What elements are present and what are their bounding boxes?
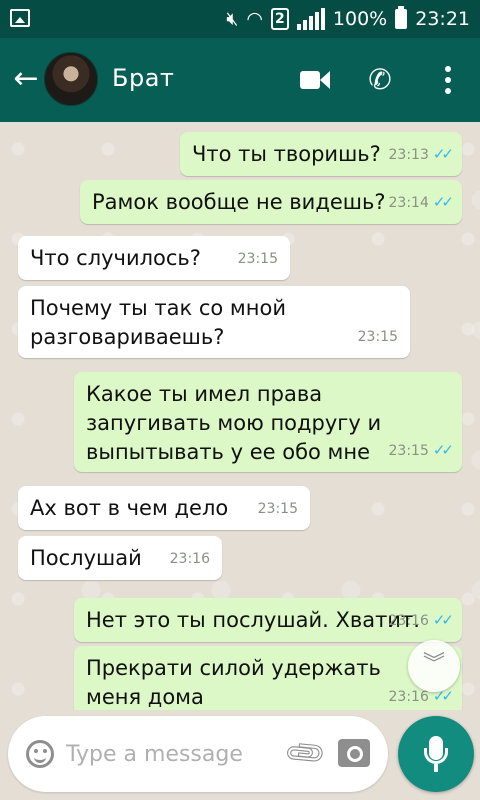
status-icons: 🔇︎ ◠ 2 100% 23:21 [226, 6, 470, 32]
message-time: 23:16 [388, 689, 429, 705]
message-bubble-outgoing[interactable]: Рамок вообще не видешь? 23:14 ✓✓ [80, 180, 462, 224]
message-time: 23:13 [388, 147, 429, 163]
message-time: 23:15 [237, 251, 278, 267]
more-vert-icon[interactable] [430, 62, 466, 98]
read-ticks-icon: ✓✓ [432, 193, 454, 211]
video-call-icon[interactable] [296, 62, 332, 98]
camera-icon[interactable] [338, 739, 370, 767]
signal-icon [296, 8, 325, 30]
battery-icon [395, 6, 408, 29]
clock: 23:21 [415, 8, 470, 30]
message-meta: 23:16 ✓✓ [388, 606, 455, 636]
message-bubble-incoming[interactable]: Послушай 23:16 [18, 536, 222, 580]
battery-percent: 100% [332, 8, 388, 30]
message-meta: 23:15 ✓✓ [388, 436, 455, 466]
message-time: 23:15 [388, 443, 429, 459]
message-bubble-outgoing[interactable]: Что ты творишь? 23:13 ✓✓ [180, 132, 462, 176]
message-bubble-outgoing[interactable]: Какое ты имел права запугивать мою подру… [74, 372, 462, 472]
message-bubble-incoming[interactable]: Что случилось? 23:15 [18, 236, 290, 280]
sim-slot-badge: 2 [270, 8, 289, 30]
scroll-to-bottom-icon[interactable]: ︾ [408, 640, 460, 692]
read-ticks-icon: ✓✓ [432, 611, 454, 629]
message-text: Прекрати силой удержать меня дома [86, 656, 381, 709]
wifi-icon: ◠ [246, 8, 263, 30]
read-ticks-icon: ✓✓ [432, 145, 454, 163]
message-list[interactable]: Что ты творишь? 23:13 ✓✓ Рамок вообще не … [0, 122, 480, 710]
attach-icon[interactable]: 📎︎ [280, 729, 329, 778]
message-bubble-outgoing[interactable]: Нет это ты послушай. Хватит. 23:16 ✓✓ [74, 598, 462, 642]
message-composer: 📎︎ [8, 716, 388, 792]
mic-button[interactable] [398, 716, 474, 792]
emoji-icon[interactable] [26, 740, 54, 768]
message-time: 23:16 [388, 613, 429, 629]
message-bubble-incoming[interactable]: Ах вот в чем дело 23:15 [18, 486, 310, 530]
phone-icon[interactable]: ✆ [362, 62, 398, 98]
gallery-icon [10, 9, 30, 27]
message-text: Почему ты так со мной разговариваешь? [30, 296, 286, 349]
message-time: 23:14 [388, 195, 429, 211]
avatar[interactable] [44, 52, 98, 106]
read-ticks-icon: ✓✓ [432, 441, 454, 459]
mute-icon: 🔇︎ [226, 8, 239, 30]
message-bubble-outgoing[interactable]: Прекрати силой удержать меня дома 23:16 ✓… [74, 646, 462, 710]
message-bubble-incoming[interactable]: Почему ты так со мной разговариваешь? 23… [18, 286, 410, 358]
message-time: 23:15 [257, 501, 298, 517]
back-arrow-icon[interactable]: ← [10, 62, 42, 96]
message-text: Ах вот в чем дело [30, 496, 229, 520]
chat-header: ← Брат ✆ [0, 38, 480, 122]
contact-name[interactable]: Брат [112, 64, 174, 92]
message-time: 23:15 [357, 329, 398, 345]
message-meta: 23:14 ✓✓ [388, 188, 455, 218]
message-input[interactable] [66, 736, 276, 772]
message-time: 23:16 [169, 551, 210, 567]
status-bar: 🔇︎ ◠ 2 100% 23:21 [0, 0, 480, 38]
message-meta: 23:13 ✓✓ [388, 140, 455, 170]
